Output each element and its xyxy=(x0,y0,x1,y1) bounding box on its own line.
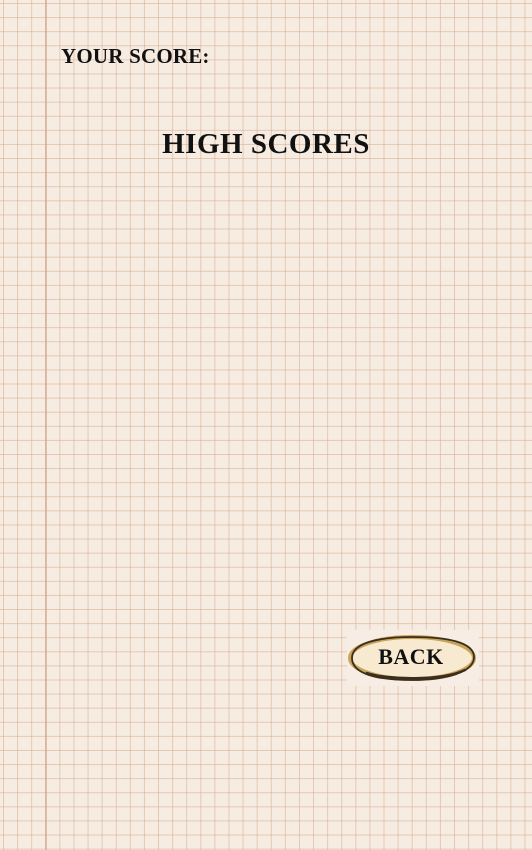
high-scores-list xyxy=(60,180,472,580)
high-scores-title: HIGH SCORES xyxy=(162,128,370,160)
your-score-label: YOUR SCORE: xyxy=(61,44,210,68)
back-button-label: BACK xyxy=(378,644,444,669)
back-button[interactable]: BACK xyxy=(347,630,479,686)
